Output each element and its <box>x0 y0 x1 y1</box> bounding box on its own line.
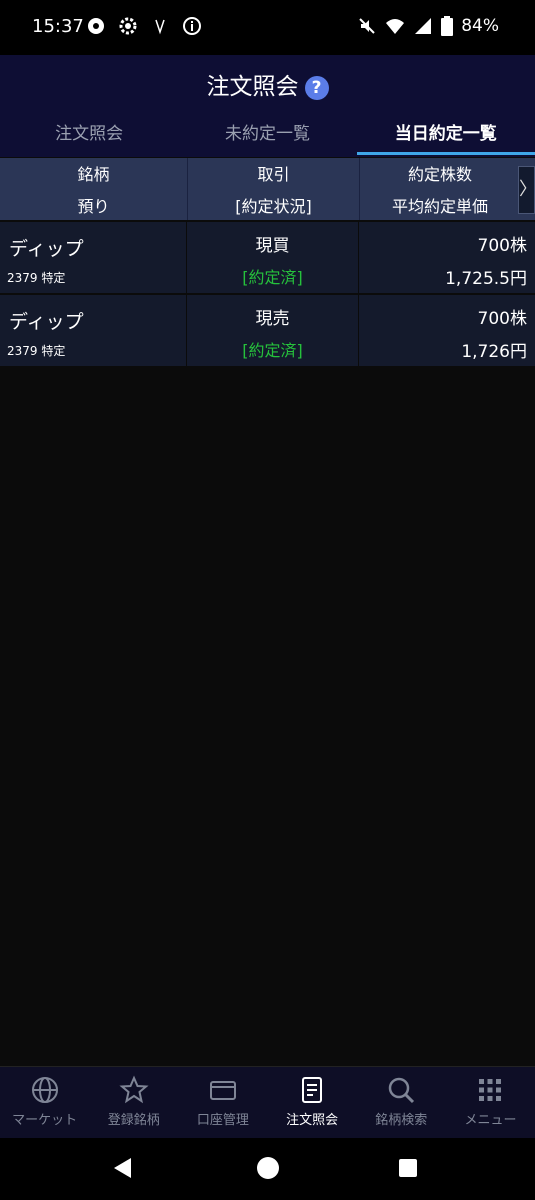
scroll-right-button[interactable]: 〉 <box>518 166 535 214</box>
nav-watchlist[interactable]: 登録銘柄 <box>89 1067 178 1139</box>
stock-code: 2379 特定 <box>7 271 66 285</box>
status-time: 15:37 <box>32 16 84 37</box>
signal-icon <box>415 18 432 34</box>
tab-bar: 注文照会 未約定一覧 当日約定一覧 <box>0 115 535 157</box>
quantity-cell: 700株 1,725.5円 <box>359 222 535 293</box>
nav-stock-search[interactable]: 銘柄検索 <box>357 1067 446 1139</box>
table-row[interactable]: ディップ 2379 特定 現買 [約定済] 700株 1,725.5円 <box>0 222 535 295</box>
settings-icon <box>119 17 137 35</box>
status-bar: 15:37 84% <box>0 0 535 55</box>
stock-name: ディップ <box>9 238 84 260</box>
nav-label: メニュー <box>464 1113 517 1128</box>
trade-type: 現売 <box>255 309 290 329</box>
trade-cell: 現買 [約定済] <box>187 222 359 293</box>
wifi-icon <box>386 19 405 34</box>
system-navigation-bar <box>0 1138 535 1200</box>
table-row[interactable]: ディップ 2379 特定 現売 [約定済] 700株 1,726円 <box>0 295 535 368</box>
execution-status: [約定済] <box>242 341 303 360</box>
nav-order-inquiry[interactable]: 注文照会 <box>268 1067 357 1139</box>
battery-level: 84% <box>461 16 499 36</box>
bottom-navigation: マーケット 登録銘柄 口座管理 注文照会 銘柄検索 メニュー <box>0 1066 535 1139</box>
trade-type: 現買 <box>255 236 290 256</box>
nav-menu[interactable]: メニュー <box>446 1067 535 1139</box>
stock-cell: ディップ 2379 特定 <box>0 295 188 366</box>
tab-unexecuted-list[interactable]: 未約定一覧 <box>178 115 356 157</box>
column-label-stock: 銘柄 <box>77 165 110 184</box>
executed-list: ディップ 2379 特定 現買 [約定済] 700株 1,725.5円 ディップ… <box>0 222 535 368</box>
nav-label: 注文照会 <box>286 1113 339 1128</box>
nav-label: 銘柄検索 <box>375 1113 428 1128</box>
nav-market[interactable]: マーケット <box>0 1067 89 1139</box>
average-price: 1,726円 <box>461 342 527 362</box>
app-notify-icon <box>155 19 165 35</box>
column-label-avg-price: 平均約定単価 <box>391 197 488 216</box>
column-label-quantity: 約定株数 <box>407 165 472 184</box>
globe-icon <box>31 1077 58 1103</box>
nav-account[interactable]: 口座管理 <box>178 1067 267 1139</box>
quantity-cell: 700株 1,726円 <box>359 295 535 366</box>
column-header-trade: 取引 [約定状況] <box>188 158 360 220</box>
card-icon <box>209 1081 236 1100</box>
executed-quantity: 700株 <box>477 309 527 329</box>
stock-name: ディップ <box>9 311 84 333</box>
nav-label: 登録銘柄 <box>107 1113 160 1128</box>
column-header-stock: 銘柄 預り <box>0 158 188 220</box>
stock-cell: ディップ 2379 特定 <box>0 222 188 293</box>
column-label-custody: 預り <box>77 197 110 216</box>
executed-quantity: 700株 <box>477 236 527 256</box>
page-title: 注文照会 <box>206 74 299 100</box>
stock-code: 2379 特定 <box>7 344 66 358</box>
trade-cell: 現売 [約定済] <box>187 295 359 366</box>
document-icon <box>302 1077 323 1103</box>
app-header: 注文照会? <box>0 55 535 115</box>
help-icon[interactable]: ? <box>304 75 329 100</box>
info-icon <box>183 17 201 35</box>
nav-label: 口座管理 <box>196 1113 249 1128</box>
tab-today-executed-list[interactable]: 当日約定一覧 <box>356 115 535 157</box>
recent-apps-icon[interactable] <box>399 1159 417 1177</box>
grid-icon <box>479 1079 502 1101</box>
table-header: 銘柄 預り 取引 [約定状況] 約定株数 平均約定単価 <box>0 158 535 220</box>
notification-icon <box>88 18 104 34</box>
back-icon[interactable] <box>114 1158 131 1178</box>
nav-label: マーケット <box>12 1113 78 1128</box>
home-icon[interactable] <box>257 1157 279 1179</box>
average-price: 1,725.5円 <box>445 269 527 289</box>
tab-order-inquiry[interactable]: 注文照会 <box>0 115 178 157</box>
search-icon <box>389 1077 415 1104</box>
column-header-quantity: 約定株数 平均約定単価 <box>360 158 520 220</box>
execution-status: [約定済] <box>242 268 303 287</box>
column-label-status: [約定状況] <box>235 197 312 216</box>
mute-icon <box>359 18 375 34</box>
column-label-trade: 取引 <box>257 165 290 184</box>
star-icon <box>119 1075 149 1104</box>
battery-icon <box>441 16 454 36</box>
